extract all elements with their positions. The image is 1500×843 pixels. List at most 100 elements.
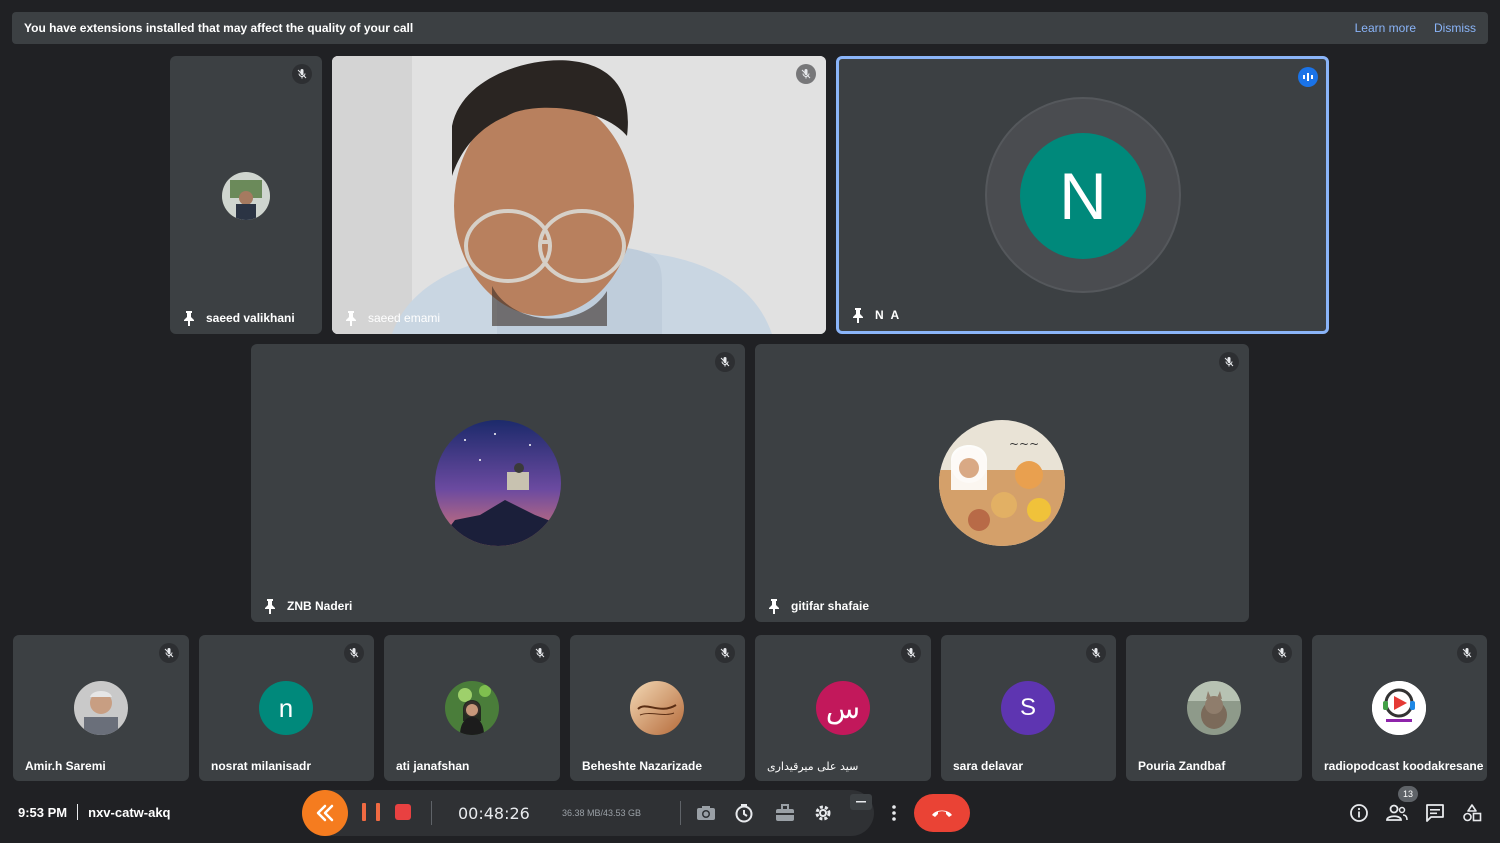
avatar-initial: S [1019,694,1036,721]
pin-icon[interactable] [767,598,781,614]
participant-name: ZNB Naderi [287,599,353,613]
pin-icon[interactable] [263,598,277,614]
participant-avatar [1187,681,1241,735]
mic-off-icon [1086,643,1106,663]
participant-name-label: سید علی میرقیداری [767,760,858,773]
participant-name: nosrat milanisadr [211,759,312,773]
mic-off-icon [344,643,364,663]
participant-name-label: Amir.h Saremi [25,759,106,773]
participant-name: Amir.h Saremi [25,759,106,773]
meeting-code[interactable]: nxv-catw-akq [88,805,170,820]
clock-time: 9:53 PM [18,804,68,820]
participant-avatar [445,681,499,735]
mic-off-icon [1272,643,1292,663]
participant-name-label: sara delavar [953,759,1023,773]
participant-name-label: gitifar shafaie [767,598,869,614]
participant-name-label: saeed valikhani [182,310,295,326]
recording-file-size: 36.38 MB/43.53 GB [562,808,642,818]
participant-video [332,56,826,334]
pin-icon[interactable] [851,307,865,323]
recorder-minimize-button[interactable] [850,794,872,810]
meeting-details: 9:53 PM nxv-catw-akq [18,804,171,820]
participant-tile-pouria-zandbaf[interactable]: Pouria Zandbaf [1126,635,1302,781]
participant-name: سید علی میرقیداری [767,760,859,773]
participant-name-label: ati janafshan [396,759,469,773]
camera-icon[interactable] [695,802,717,824]
participant-avatar [435,420,561,546]
mic-off-icon [715,643,735,663]
banner-message: You have extensions installed that may a… [24,21,414,35]
participant-name-label: N A [851,307,901,323]
participant-tile-saeed-emami[interactable]: saeed emami [332,56,826,334]
participant-count-badge: 13 [1398,786,1418,802]
participant-tile-ati-janafshan[interactable]: ati janafshan [384,635,560,781]
participant-name-label: ZNB Naderi [263,598,352,614]
participant-avatar [222,172,270,220]
toolbox-icon[interactable] [774,802,796,824]
mic-off-icon [1219,352,1239,372]
participant-avatar [1372,681,1426,735]
participant-tile-gitifar-shafaie[interactable]: ~~~ gitifar shafaie [755,344,1249,622]
pause-icon[interactable] [362,803,380,823]
participant-name: Pouria Zandbaf [1138,759,1226,773]
avatar-initial: س [825,692,861,724]
participant-tile-nosrat-milanisadr[interactable]: n nosrat milanisadr [199,635,374,781]
extensions-warning-banner: You have extensions installed that may a… [12,12,1488,44]
participant-tile-beheshte-nazarizade[interactable]: Beheshte Nazarizade [570,635,745,781]
participant-tile-saeed-valikhani[interactable]: saeed valikhani [170,56,322,334]
participant-tile-amir-saremi[interactable]: Amir.h Saremi [13,635,189,781]
mic-off-icon [292,64,312,84]
learn-more-link[interactable]: Learn more [1355,21,1416,35]
participant-avatar-initial: S [1001,681,1055,735]
participant-name: saeed emami [368,311,441,325]
participant-avatar: ~~~ [939,420,1065,546]
participant-tile-znb-naderi[interactable]: ZNB Naderi [251,344,745,622]
divider [680,801,681,825]
participant-tile-seyed-ali-mirgheydari[interactable]: س سید علی میرقیداری [755,635,931,781]
mic-off-icon [159,643,179,663]
timer-icon[interactable] [733,802,755,824]
recorder-collapse-button[interactable] [302,790,348,836]
participant-tile-sara-delavar[interactable]: S sara delavar [941,635,1116,781]
phone-hangup-icon [932,810,952,817]
participant-avatar [74,681,128,735]
info-icon[interactable] [1348,802,1370,824]
participant-name-label: radiopodcast koodakresane [1324,759,1483,773]
leave-call-button[interactable] [914,794,970,832]
pin-icon[interactable] [182,310,196,326]
participant-avatar [630,681,684,735]
divider [77,804,79,820]
dismiss-button[interactable]: Dismiss [1434,21,1476,35]
pin-icon[interactable] [344,310,358,326]
avatar-initial: n [278,692,294,723]
participant-tile-radiopodcast-koodakresane[interactable]: radiopodcast koodakresane [1312,635,1487,781]
participant-avatar-initial: n [259,681,313,735]
mic-off-icon [530,643,550,663]
chat-icon[interactable] [1424,802,1446,824]
participant-name-label: Pouria Zandbaf [1138,759,1225,773]
participant-name: radiopodcast koodakresane [1324,759,1484,773]
svg-text:~~~: ~~~ [1009,437,1039,451]
participant-tile-na-active-speaker[interactable]: N N A [836,56,1329,334]
mic-off-icon [901,643,921,663]
participant-name: sara delavar [953,759,1024,773]
mic-off-icon [715,352,735,372]
mic-off-icon [1457,643,1477,663]
more-options-icon[interactable] [882,794,906,832]
participant-name: ati janafshan [396,759,470,773]
participant-name-label: saeed emami [344,310,440,326]
recording-elapsed-time: 00:48:26 [458,804,530,823]
participant-name: saeed valikhani [206,311,295,325]
participant-avatar-initial: N [1020,133,1146,259]
divider [431,801,432,825]
audio-level-icon [1298,67,1318,87]
participant-name-label: nosrat milanisadr [211,759,311,773]
avatar-initial: N [1059,159,1107,233]
settings-gear-icon[interactable] [812,802,834,824]
mic-off-icon [796,64,816,84]
stop-recording-button[interactable] [395,804,411,820]
activities-icon[interactable] [1461,802,1483,824]
people-icon[interactable] [1386,802,1408,824]
participant-name-label: Beheshte Nazarizade [582,759,702,773]
bottom-control-bar: 9:53 PM nxv-catw-akq 00:48:26 36.38 MB/4… [0,786,1500,843]
